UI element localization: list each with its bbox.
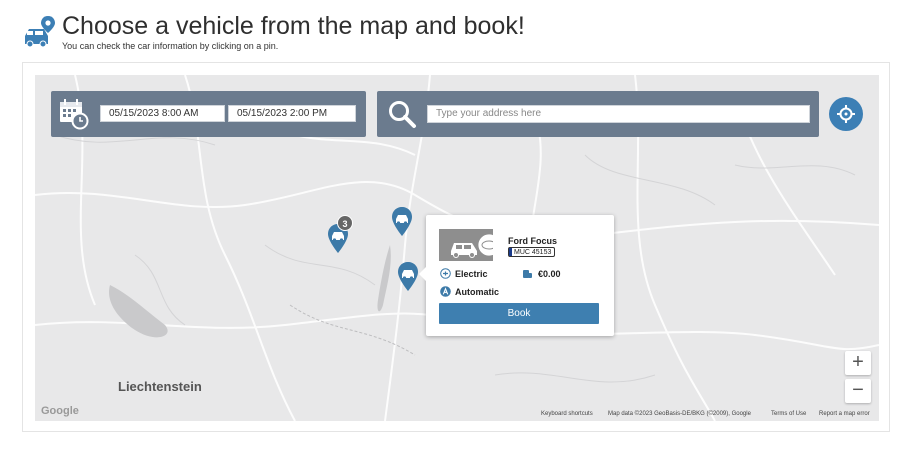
calendar-clock-icon bbox=[60, 99, 89, 130]
plate-number: MUC 45153 bbox=[514, 249, 552, 256]
license-plate: MUC 45153 bbox=[508, 247, 556, 257]
car-silhouette-icon bbox=[451, 233, 501, 258]
map-data-attribution: Map data ©2023 GeoBasis-DE/BKG (©2009), … bbox=[608, 411, 751, 417]
locate-me-button[interactable] bbox=[829, 97, 863, 131]
car-image bbox=[439, 229, 501, 261]
crosshair-icon bbox=[837, 105, 855, 123]
report-map-error-link[interactable]: Report a map error bbox=[819, 411, 870, 417]
automatic-transmission-icon bbox=[440, 286, 451, 297]
price-tag-icon bbox=[523, 270, 532, 278]
book-button[interactable]: Book bbox=[439, 303, 599, 324]
cluster-count-badge: 3 bbox=[337, 215, 353, 231]
address-search-panel: Type your address here bbox=[377, 91, 819, 137]
page-title: Choose a vehicle from the map and book! bbox=[62, 12, 525, 40]
fuel-type: Electric bbox=[455, 269, 488, 279]
map-pin-selected-vehicle[interactable] bbox=[396, 261, 420, 291]
map-place-label: Liechtenstein bbox=[118, 379, 202, 394]
date-to-input[interactable]: 05/15/2023 2:00 PM bbox=[228, 105, 356, 122]
map-frame: 05/15/2023 8:00 AM 05/15/2023 2:00 PM Ty… bbox=[22, 62, 890, 432]
vehicle-info-popup: Ford Focus MUC 45153 Electric €0.00 Auto… bbox=[419, 215, 614, 336]
page-header: Choose a vehicle from the map and book! … bbox=[22, 12, 892, 56]
terms-of-use-link[interactable]: Terms of Use bbox=[771, 411, 806, 417]
address-search-input[interactable]: Type your address here bbox=[427, 105, 810, 123]
google-logo: Google bbox=[41, 405, 79, 417]
electric-plug-icon bbox=[440, 268, 451, 279]
eu-plate-strip bbox=[509, 248, 512, 256]
car-name: Ford Focus bbox=[508, 236, 557, 246]
date-from-input[interactable]: 05/15/2023 8:00 AM bbox=[100, 105, 225, 122]
popup-arrow bbox=[419, 267, 426, 281]
keyboard-shortcuts-link[interactable]: Keyboard shortcuts bbox=[541, 411, 593, 417]
car-location-icon bbox=[25, 16, 55, 48]
zoom-out-button[interactable]: − bbox=[845, 379, 871, 403]
zoom-in-button[interactable]: + bbox=[845, 351, 871, 375]
map-view[interactable]: 05/15/2023 8:00 AM 05/15/2023 2:00 PM Ty… bbox=[35, 75, 879, 421]
page-subtitle: You can check the car information by cli… bbox=[62, 41, 279, 51]
transmission-type: Automatic bbox=[455, 287, 500, 297]
rental-price: €0.00 bbox=[538, 269, 561, 279]
date-range-panel: 05/15/2023 8:00 AM 05/15/2023 2:00 PM bbox=[51, 91, 366, 137]
search-icon bbox=[389, 101, 416, 128]
map-pin-vehicle[interactable] bbox=[390, 206, 414, 236]
